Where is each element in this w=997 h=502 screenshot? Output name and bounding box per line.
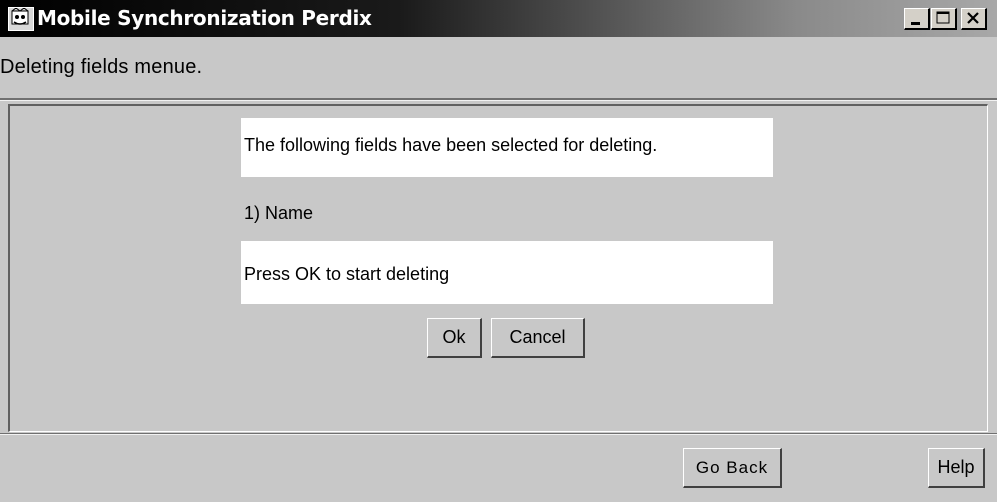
minimize-button[interactable] xyxy=(904,8,930,30)
field-list-item: 1) Name xyxy=(244,203,314,223)
instruction-message: Press OK to start deleting xyxy=(241,241,773,304)
window-title: Mobile Synchronization Perdix xyxy=(37,6,372,30)
go-back-button[interactable]: Go Back xyxy=(683,448,782,488)
page-title: Deleting fields menue. xyxy=(0,56,203,78)
maximize-icon xyxy=(932,9,955,28)
intro-message: The following fields have been selected … xyxy=(241,118,773,177)
close-icon xyxy=(962,9,985,28)
close-button[interactable] xyxy=(961,8,987,30)
help-button[interactable]: Help xyxy=(928,448,985,488)
ok-button[interactable]: Ok xyxy=(427,318,482,358)
title-bar: Mobile Synchronization Perdix xyxy=(0,0,997,37)
maximize-button[interactable] xyxy=(931,8,957,30)
cancel-button[interactable]: Cancel xyxy=(491,318,585,358)
minimize-icon xyxy=(905,9,928,28)
app-icon[interactable] xyxy=(8,7,34,31)
